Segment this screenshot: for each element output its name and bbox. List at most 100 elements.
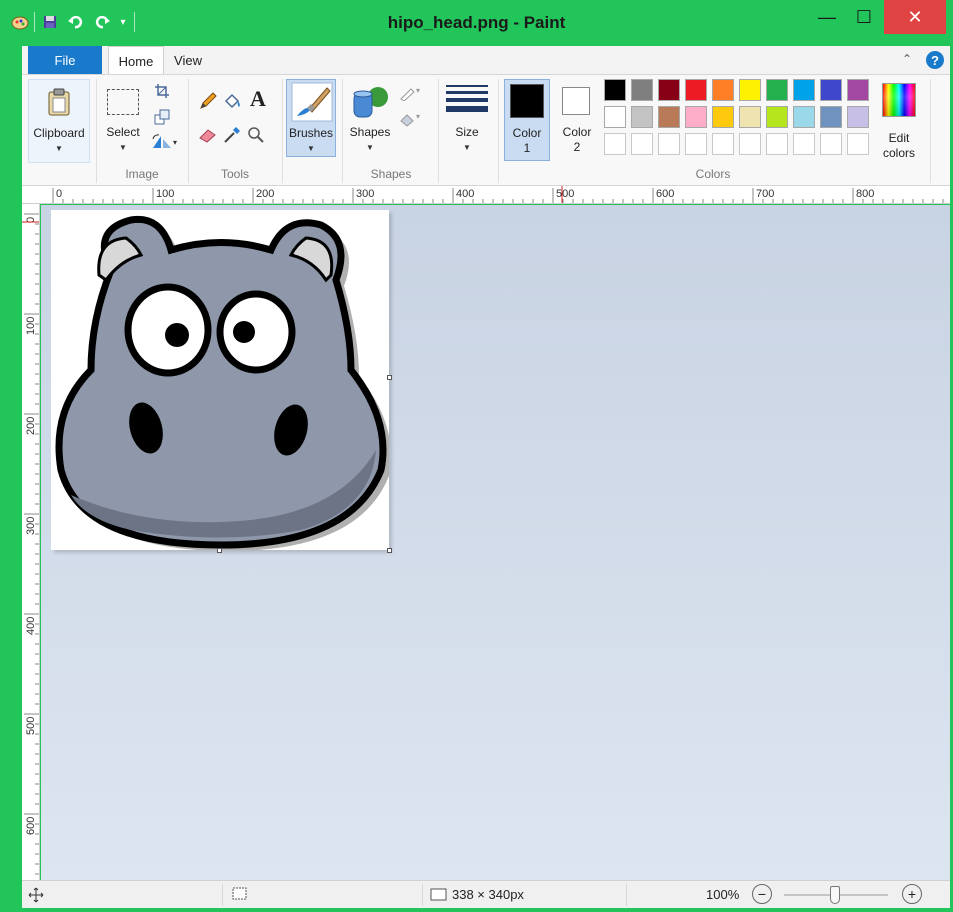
zoom-slider[interactable]	[784, 886, 888, 904]
custom-color-slot[interactable]	[847, 133, 869, 155]
shapes-button[interactable]: Shapes ▼	[346, 79, 394, 163]
clipboard-button[interactable]: Clipboard ▼	[28, 79, 90, 163]
minimize-button[interactable]: —	[810, 0, 844, 34]
maximize-button[interactable]: ☐	[846, 0, 882, 34]
magnifier-icon[interactable]	[246, 125, 266, 145]
shape-fill-icon[interactable]: ▾	[398, 109, 426, 129]
color1-button[interactable]: Color 1	[504, 79, 550, 161]
palette-swatch[interactable]	[766, 79, 788, 101]
resize-handle-corner[interactable]	[387, 548, 392, 553]
pencil-icon[interactable]	[198, 91, 218, 111]
palette-swatch[interactable]	[685, 79, 707, 101]
palette-swatch[interactable]	[820, 79, 842, 101]
eraser-icon[interactable]	[198, 125, 218, 145]
edit-colors-button[interactable]: Edit colors	[874, 79, 924, 163]
shapes-group-label: Shapes	[370, 167, 412, 181]
custom-color-slot[interactable]	[685, 133, 707, 155]
resize-handle-bottom[interactable]	[217, 548, 222, 553]
palette-swatch[interactable]	[658, 79, 680, 101]
edit-colors-label-line1: Edit	[888, 131, 910, 145]
fill-icon[interactable]	[222, 91, 242, 111]
group-separator	[282, 79, 283, 183]
ruler-label: 700	[756, 188, 774, 200]
ruler-label: 0	[56, 188, 62, 200]
tools-group-label: Tools	[220, 167, 249, 181]
ruler-label: 200	[256, 188, 274, 200]
brush-icon	[291, 82, 333, 127]
palette-swatch[interactable]	[766, 106, 788, 128]
palette-swatch[interactable]	[793, 79, 815, 101]
image-size-text: 338 × 340px	[452, 887, 524, 902]
collapse-ribbon-icon[interactable]: ⌃	[902, 52, 912, 66]
vertical-ruler: 0 100 200 300 400 500 600	[22, 204, 40, 880]
palette-swatch[interactable]	[847, 106, 869, 128]
ribbon: Clipboard ▼ Select ▼ ▾ Image A Tools Bru…	[22, 74, 950, 186]
edit-colors-label-line2: colors	[882, 146, 915, 160]
select-rectangle-icon	[107, 89, 139, 115]
close-button[interactable]: ✕	[884, 0, 946, 34]
palette-swatch[interactable]	[631, 79, 653, 101]
resize-handle-right[interactable]	[387, 375, 392, 380]
select-dropdown-icon: ▼	[119, 143, 127, 152]
palette-swatch[interactable]	[712, 79, 734, 101]
image-canvas[interactable]	[51, 210, 391, 551]
custom-color-slot[interactable]	[766, 133, 788, 155]
tab-view[interactable]: View	[168, 46, 208, 74]
custom-color-slot[interactable]	[604, 133, 626, 155]
color2-button[interactable]: Color 2	[554, 79, 600, 161]
zoom-slider-thumb[interactable]	[830, 886, 840, 904]
maximize-icon: ☐	[855, 6, 873, 27]
crop-icon[interactable]	[152, 81, 172, 101]
custom-color-slot[interactable]	[739, 133, 761, 155]
shapes-dropdown-icon: ▼	[366, 143, 374, 152]
palette-swatch[interactable]	[604, 79, 626, 101]
ruler-label: 400	[25, 617, 37, 635]
tab-file[interactable]: File	[28, 46, 102, 74]
paint-window: ▾ hipo_head.png - Paint — ☐ ✕ File Home …	[0, 0, 953, 912]
status-bar: 338 × 340px 100% − +	[22, 880, 950, 908]
palette-swatch[interactable]	[712, 106, 734, 128]
canvas-workspace[interactable]	[41, 205, 950, 880]
svg-text:▾: ▾	[416, 86, 420, 95]
tab-home[interactable]: Home	[108, 46, 164, 75]
color1-swatch	[510, 84, 544, 118]
clipboard-dropdown-icon: ▼	[55, 144, 63, 153]
palette-swatch[interactable]	[685, 106, 707, 128]
custom-color-slot[interactable]	[820, 133, 842, 155]
custom-color-slot[interactable]	[631, 133, 653, 155]
zoom-out-button[interactable]: −	[752, 884, 772, 904]
palette-swatch[interactable]	[793, 106, 815, 128]
selection-size-icon	[232, 887, 248, 901]
text-tool-icon[interactable]: A	[248, 86, 268, 111]
custom-color-slot[interactable]	[793, 133, 815, 155]
palette-swatch[interactable]	[658, 106, 680, 128]
custom-color-slot[interactable]	[712, 133, 734, 155]
group-separator	[188, 79, 189, 183]
svg-text:▾: ▾	[416, 112, 420, 121]
palette-swatch[interactable]	[631, 106, 653, 128]
ruler-label: 600	[656, 188, 674, 200]
resize-icon[interactable]	[152, 107, 172, 127]
svg-text:▾: ▾	[173, 138, 177, 147]
palette-swatch[interactable]	[739, 106, 761, 128]
color-picker-icon[interactable]	[222, 125, 242, 145]
group-separator	[96, 79, 97, 183]
clipboard-label: Clipboard	[33, 126, 85, 140]
palette-swatch[interactable]	[847, 79, 869, 101]
custom-color-slot[interactable]	[658, 133, 680, 155]
group-separator	[438, 79, 439, 183]
outline-icon[interactable]: ▾	[398, 83, 426, 103]
size-button[interactable]: Size ▼	[442, 79, 492, 163]
close-icon: ✕	[907, 6, 923, 27]
palette-swatch[interactable]	[820, 106, 842, 128]
palette-swatch[interactable]	[739, 79, 761, 101]
ruler-label: 500	[556, 188, 574, 200]
edit-colors-icon	[882, 83, 916, 117]
zoom-in-button[interactable]: +	[902, 884, 922, 904]
palette-swatch[interactable]	[604, 106, 626, 128]
rotate-icon[interactable]: ▾	[150, 131, 180, 151]
help-icon[interactable]: ?	[926, 51, 944, 69]
color1-number: 1	[523, 141, 531, 155]
brushes-button[interactable]: Brushes ▼	[286, 79, 336, 157]
select-button[interactable]: Select ▼	[102, 79, 144, 163]
